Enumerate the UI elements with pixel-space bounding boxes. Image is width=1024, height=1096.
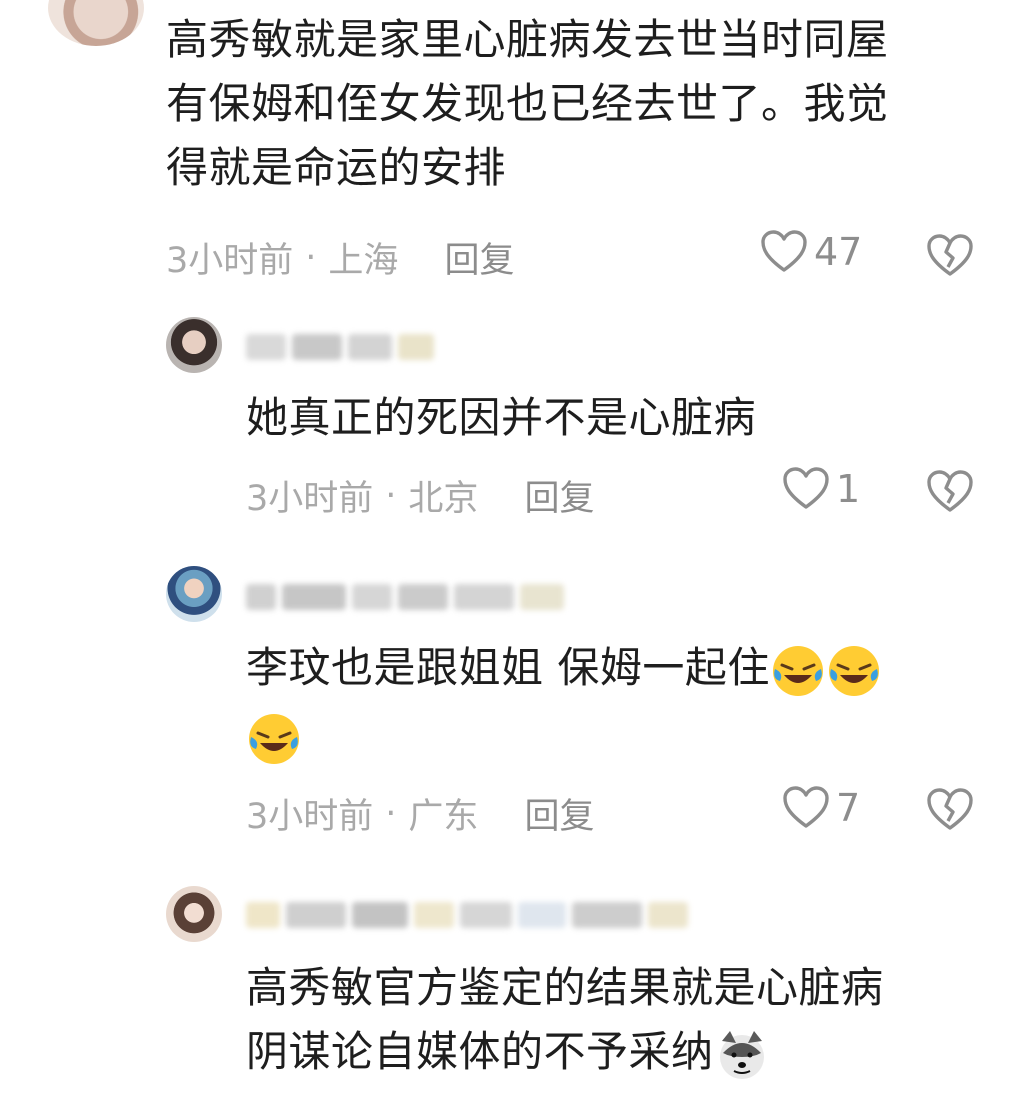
comment-line: 得就是命运的安排	[166, 143, 507, 192]
like-count: 47	[814, 230, 863, 274]
heart-outline-icon	[783, 467, 829, 509]
comment-line: 李玟也是跟姐姐 保姆一起住	[246, 643, 770, 692]
heart-outline-icon	[761, 230, 807, 272]
like-button[interactable]: 1	[782, 467, 860, 511]
broken-heart-icon	[927, 788, 973, 830]
timestamp: 3小时前	[246, 479, 374, 519]
comment-meta: 3小时前 · 广东 回复	[246, 788, 594, 839]
dislike-button[interactable]	[926, 788, 974, 836]
dislike-button[interactable]	[926, 470, 974, 518]
location: 北京	[408, 479, 479, 519]
separator: ·	[305, 237, 317, 278]
separator: ·	[385, 793, 397, 834]
avatar[interactable]	[48, 0, 144, 46]
avatar[interactable]	[166, 886, 222, 942]
laughing-tears-emoji	[772, 645, 823, 696]
comment-meta: 3小时前 · 上海 回复	[166, 232, 514, 283]
username-blurred	[246, 580, 564, 614]
like-count: 1	[836, 467, 861, 511]
reply-button[interactable]: 回复	[444, 232, 514, 283]
timestamp: 3小时前	[246, 797, 374, 837]
comment-text: 李玟也是跟姐姐 保姆一起住	[246, 636, 882, 768]
avatar[interactable]	[166, 317, 222, 373]
like-count: 7	[836, 786, 861, 830]
broken-heart-icon	[927, 470, 973, 512]
username-blurred	[246, 898, 688, 932]
reply-button[interactable]: 回复	[524, 470, 594, 521]
like-button[interactable]: 47	[760, 230, 862, 274]
comment-text: 高秀敏就是家里心脏病发去世当时同屋 有保姆和侄女发现也已经去世了。我觉 得就是命…	[166, 8, 889, 200]
username-blurred	[246, 330, 434, 364]
timestamp: 3小时前	[166, 241, 294, 281]
like-button[interactable]: 7	[782, 786, 860, 830]
comment-line: 她真正的死因并不是心脏病	[246, 393, 757, 442]
comment-meta: 3小时前 · 北京 回复	[246, 470, 594, 521]
comment-line: 高秀敏官方鉴定的结果就是心脏病	[246, 963, 884, 1012]
heart-outline-icon	[783, 786, 829, 828]
comment-line: 高秀敏就是家里心脏病发去世当时同屋	[166, 15, 889, 64]
laughing-tears-emoji	[828, 645, 879, 696]
comment-text: 她真正的死因并不是心脏病	[246, 386, 756, 450]
location: 广东	[408, 797, 479, 837]
avatar[interactable]	[166, 566, 222, 622]
broken-heart-icon	[927, 234, 973, 276]
laughing-tears-emoji	[249, 713, 299, 764]
doge-emoji	[719, 1030, 764, 1079]
separator: ·	[385, 475, 397, 516]
comment-text: 高秀敏官方鉴定的结果就是心脏病 阴谋论自媒体的不予采纳	[246, 956, 884, 1084]
comment-line: 阴谋论自媒体的不予采纳	[246, 1027, 714, 1076]
location: 上海	[328, 241, 399, 281]
reply-button[interactable]: 回复	[524, 788, 594, 839]
comment-line: 有保姆和侄女发现也已经去世了。我觉	[166, 79, 889, 128]
dislike-button[interactable]	[926, 234, 974, 282]
